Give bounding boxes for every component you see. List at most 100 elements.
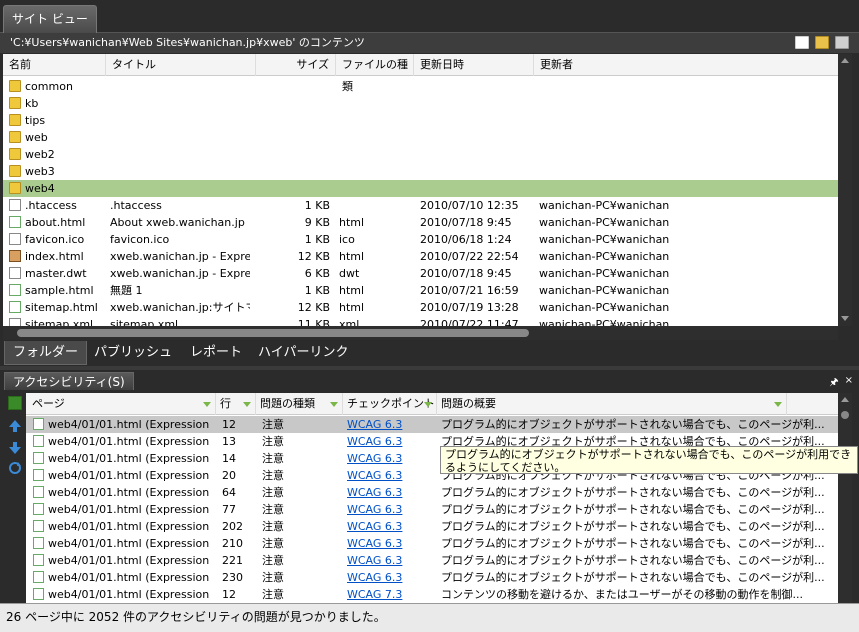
pin-icon[interactable]: 🖈	[829, 375, 838, 392]
folder-row[interactable]: common	[3, 78, 838, 95]
file-author: wanichan-PC¥wanichan	[539, 250, 670, 263]
filter-dropdown-icon[interactable]	[203, 402, 211, 407]
file-row[interactable]: sample.html 無題 1 1 KB html 2010/07/21 16:59 w…	[3, 282, 838, 299]
close-icon[interactable]: ×	[845, 375, 853, 392]
html-page-icon	[33, 588, 44, 600]
result-checkpoint[interactable]: WCAG 6.3	[347, 416, 432, 433]
filter-dropdown-icon[interactable]	[424, 402, 432, 407]
file-row[interactable]: sitemap.xml sitemap.xml 11 KB xml 2010/07/22…	[3, 316, 838, 326]
file-type: ico	[339, 233, 355, 246]
result-summary: プログラム的にオブジェクトがサポートされない場合でも、このページが利...	[441, 554, 825, 567]
up-folder-icon[interactable]	[835, 36, 849, 49]
folder-row[interactable]: kb	[3, 95, 838, 112]
file-name: .htaccess	[25, 199, 77, 212]
column-header-size[interactable]: サイズ	[256, 54, 336, 76]
result-checkpoint[interactable]: WCAG 6.3	[347, 569, 432, 586]
column-header-name[interactable]: 名前	[3, 54, 106, 76]
result-summary: プログラム的にオブジェクトがサポートされない場合でも、このページが利...	[441, 486, 825, 499]
folder-name: kb	[25, 97, 39, 110]
column-header-summary[interactable]: 問題の概要	[437, 393, 787, 415]
tab-site-view[interactable]: サイト ビュー	[3, 5, 97, 33]
filter-dropdown-icon[interactable]	[774, 402, 782, 407]
scroll-up-icon[interactable]	[841, 58, 849, 63]
result-checkpoint[interactable]: WCAG 6.3	[347, 433, 432, 450]
result-page: web4/01/01.html (Expression ...	[48, 418, 213, 431]
column-header-type[interactable]: ファイルの種類	[336, 54, 414, 93]
result-checkpoint[interactable]: WCAG 6.3	[347, 450, 432, 467]
file-row[interactable]: about.html About xweb.wanichan.jp 9 KB html…	[3, 214, 838, 231]
result-row[interactable]: web4/01/01.html (Expression ... 12 注意 WCAG …	[26, 586, 838, 603]
column-header-title[interactable]: タイトル	[106, 54, 256, 76]
path-bar: 'C:¥Users¥wanichan¥Web Sites¥wanichan.jp…	[0, 33, 859, 53]
column-header-page[interactable]: ページ	[26, 393, 216, 415]
file-title: xweb.wanichan.jp - Expre...	[110, 250, 250, 263]
filter-dropdown-icon[interactable]	[243, 402, 251, 407]
result-row[interactable]: web4/01/01.html (Expression ... 64 注意 WCAG …	[26, 484, 838, 501]
file-size: 9 KB	[304, 216, 330, 229]
result-checkpoint[interactable]: WCAG 7.3	[347, 586, 432, 603]
result-page: web4/01/01.html (Expression ...	[48, 503, 213, 516]
file-row[interactable]: master.dwt xweb.wanichan.jp - Expre... 6 K…	[3, 265, 838, 282]
html-page-icon	[33, 554, 44, 566]
filter-dropdown-icon[interactable]	[330, 402, 338, 407]
column-header-author[interactable]: 更新者	[534, 54, 838, 76]
file-type: xml	[339, 318, 360, 326]
result-summary: プログラム的にオブジェクトがサポートされない場合でも、このページが利...	[441, 418, 825, 431]
horizontal-scroll-thumb[interactable]	[17, 329, 529, 337]
result-row[interactable]: web4/01/01.html (Expression ... 12 注意 WCAG …	[26, 416, 838, 433]
file-row[interactable]: favicon.ico favicon.ico 1 KB ico 2010/06/18 …	[3, 231, 838, 248]
folder-icon	[9, 97, 21, 109]
result-row[interactable]: web4/01/01.html (Expression ... 221 注意 WCAG…	[26, 552, 838, 569]
previous-result-icon[interactable]	[8, 419, 22, 433]
new-folder-icon[interactable]	[815, 36, 829, 49]
run-check-icon[interactable]	[8, 396, 22, 410]
next-result-icon[interactable]	[8, 441, 22, 455]
file-list-horizontal-scrollbar[interactable]	[3, 326, 838, 340]
file-row[interactable]: index.html xweb.wanichan.jp - Expre... 12 …	[3, 248, 838, 265]
result-row[interactable]: web4/01/01.html (Expression ... 210 注意 WCAG…	[26, 535, 838, 552]
column-header-modified[interactable]: 更新日時	[414, 54, 534, 76]
tab-publish[interactable]: パブリッシュ	[86, 341, 180, 365]
result-row[interactable]: web4/01/01.html (Expression ... 202 注意 WCAG…	[26, 518, 838, 535]
vertical-scroll-thumb[interactable]	[841, 411, 849, 419]
tab-folders[interactable]: フォルダー	[4, 341, 88, 365]
result-line: 12	[222, 418, 236, 431]
new-page-icon[interactable]	[795, 36, 809, 49]
result-checkpoint[interactable]: WCAG 6.3	[347, 501, 432, 518]
column-header-checkpoint[interactable]: チェックポイント	[343, 393, 437, 415]
file-list-vertical-scrollbar[interactable]	[838, 54, 852, 326]
folder-row[interactable]: web3	[3, 163, 838, 180]
tab-hyperlinks[interactable]: ハイパーリンク	[250, 341, 356, 365]
file-date: 2010/07/21 16:59	[420, 284, 519, 297]
html-page-icon	[33, 537, 44, 549]
results-vertical-scrollbar[interactable]	[838, 393, 852, 603]
result-checkpoint[interactable]: WCAG 6.3	[347, 552, 432, 569]
result-page: web4/01/01.html (Expression ...	[48, 452, 213, 465]
refresh-icon[interactable]	[8, 461, 22, 475]
result-checkpoint[interactable]: WCAG 6.3	[347, 535, 432, 552]
file-row[interactable]: sitemap.html xweb.wanichan.jp:サイトマ... 12 K…	[3, 299, 838, 316]
folder-row[interactable]: tips	[3, 112, 838, 129]
result-row[interactable]: web4/01/01.html (Expression ... 230 注意 WCAG…	[26, 569, 838, 586]
column-header-line[interactable]: 行	[216, 393, 256, 415]
tab-reports[interactable]: レポート	[182, 341, 250, 365]
folder-name: tips	[25, 114, 46, 127]
result-checkpoint[interactable]: WCAG 6.3	[347, 467, 432, 484]
folder-row[interactable]: web4	[3, 180, 838, 197]
result-line: 12	[222, 588, 236, 601]
file-author: wanichan-PC¥wanichan	[539, 216, 670, 229]
folder-row[interactable]: web	[3, 129, 838, 146]
folder-row[interactable]: web2	[3, 146, 838, 163]
column-header-issue-type[interactable]: 問題の種類	[256, 393, 343, 415]
result-row[interactable]: web4/01/01.html (Expression ... 77 注意 WCAG …	[26, 501, 838, 518]
scroll-down-icon[interactable]	[841, 316, 849, 321]
result-line: 20	[222, 469, 236, 482]
result-checkpoint[interactable]: WCAG 6.3	[347, 484, 432, 501]
result-checkpoint[interactable]: WCAG 6.3	[347, 518, 432, 535]
folder-name: web4	[25, 182, 55, 195]
html-file-icon	[9, 301, 21, 313]
file-row[interactable]: .htaccess .htaccess 1 KB 2010/07/10 12:35 wa…	[3, 197, 838, 214]
file-date: 2010/07/18 9:45	[420, 267, 512, 280]
scroll-up-icon[interactable]	[841, 397, 849, 402]
file-list-header: 名前 タイトル サイズ ファイルの種類 更新日時 更新者	[3, 54, 838, 93]
